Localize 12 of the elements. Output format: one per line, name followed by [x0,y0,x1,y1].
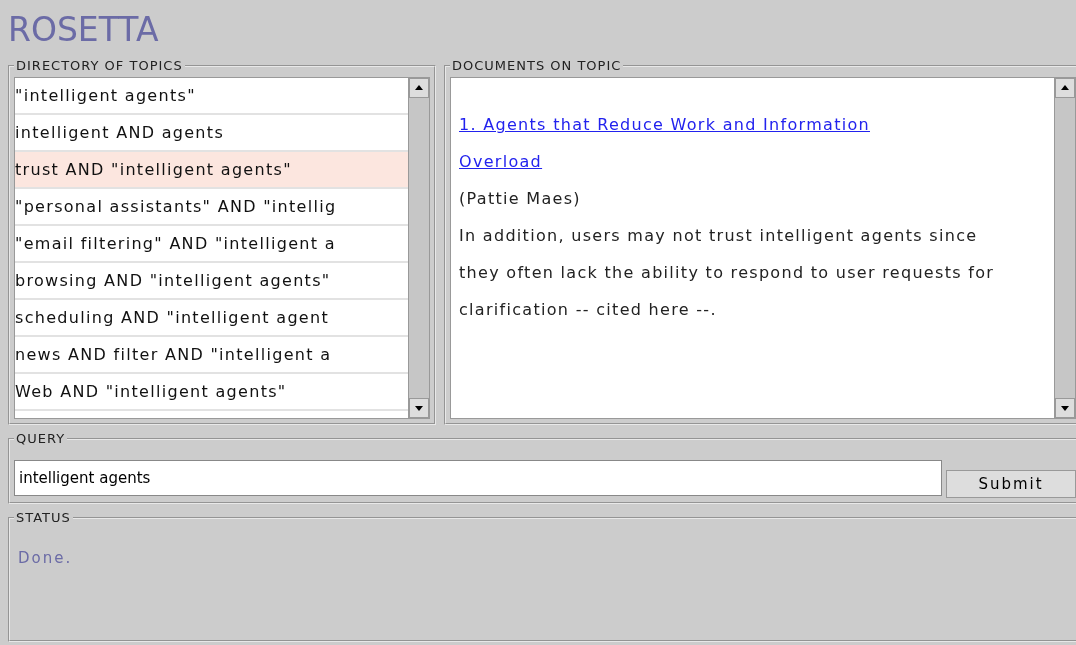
document-excerpt: In addition, users may not trust intelligent agents since they often lack the ability to respond to user requests for clarification -- cited here --. [459,225,996,321]
panel-legend: STATUS [14,510,73,525]
document-link[interactable]: 1. Agents that Reduce Work and Information Overload [459,106,899,180]
panel-legend: DIRECTORY OF TOPICS [14,58,185,73]
document-author: (Pattie Maes) [459,188,582,210]
panel-legend: DOCUMENTS ON TOPIC [450,58,624,73]
status-message: Done. [18,549,73,569]
panel-legend: QUERY [14,431,68,446]
query-field[interactable]: intelligent agents [14,460,942,496]
submit-button[interactable]: Submit [946,470,1076,498]
app-title: ROSETTA [8,10,160,50]
topic-item[interactable]: trust AND "intelligent agents" [15,152,408,189]
